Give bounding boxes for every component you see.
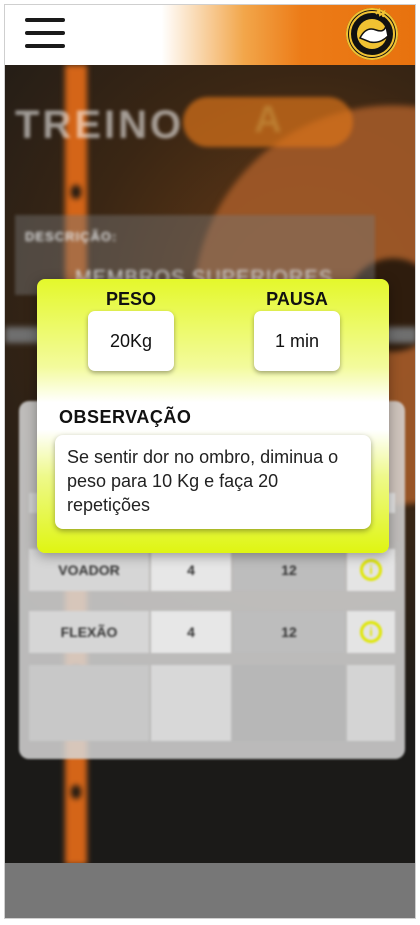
observation-text: Se sentir dor no ombro, diminua o peso p…: [55, 435, 371, 529]
exercise-sets: 4: [151, 549, 231, 591]
exercise-reps: 12: [233, 549, 345, 591]
table-row[interactable]: FLEXÃO 4 12 i: [29, 611, 395, 653]
weight-label: PESO: [105, 289, 157, 309]
exercise-name: FLEXÃO: [29, 611, 149, 653]
exercise-sets: 4: [151, 611, 231, 653]
gym-logo-icon: [346, 7, 398, 60]
info-icon[interactable]: i: [360, 621, 382, 643]
weight-value: 20Kg: [88, 311, 174, 371]
hamburger-menu-icon[interactable]: [25, 18, 65, 48]
workout-letter-badge: A: [183, 97, 353, 147]
app-header: [5, 5, 415, 65]
description-label: DESCRIÇÃO:: [25, 229, 118, 244]
rest-value: 1 min: [254, 311, 340, 371]
exercise-name: VOADOR: [29, 549, 149, 591]
info-icon[interactable]: i: [360, 559, 382, 581]
exercise-detail-popup: PESO 20Kg PAUSA 1 min OBSERVAÇÃO Se sent…: [37, 279, 389, 553]
workout-title: TREINO: [15, 103, 185, 147]
observation-label: OBSERVAÇÃO: [59, 407, 192, 427]
workout-letter: A: [254, 99, 282, 141]
phone-screen: TREINO A DESCRIÇÃO: MEMBROS SUPERIORES V…: [4, 4, 416, 919]
table-row[interactable]: VOADOR 4 12 i: [29, 549, 395, 591]
bottom-bar: [5, 863, 415, 918]
rest-label: PAUSA: [266, 289, 328, 309]
exercise-reps: 12: [233, 611, 345, 653]
